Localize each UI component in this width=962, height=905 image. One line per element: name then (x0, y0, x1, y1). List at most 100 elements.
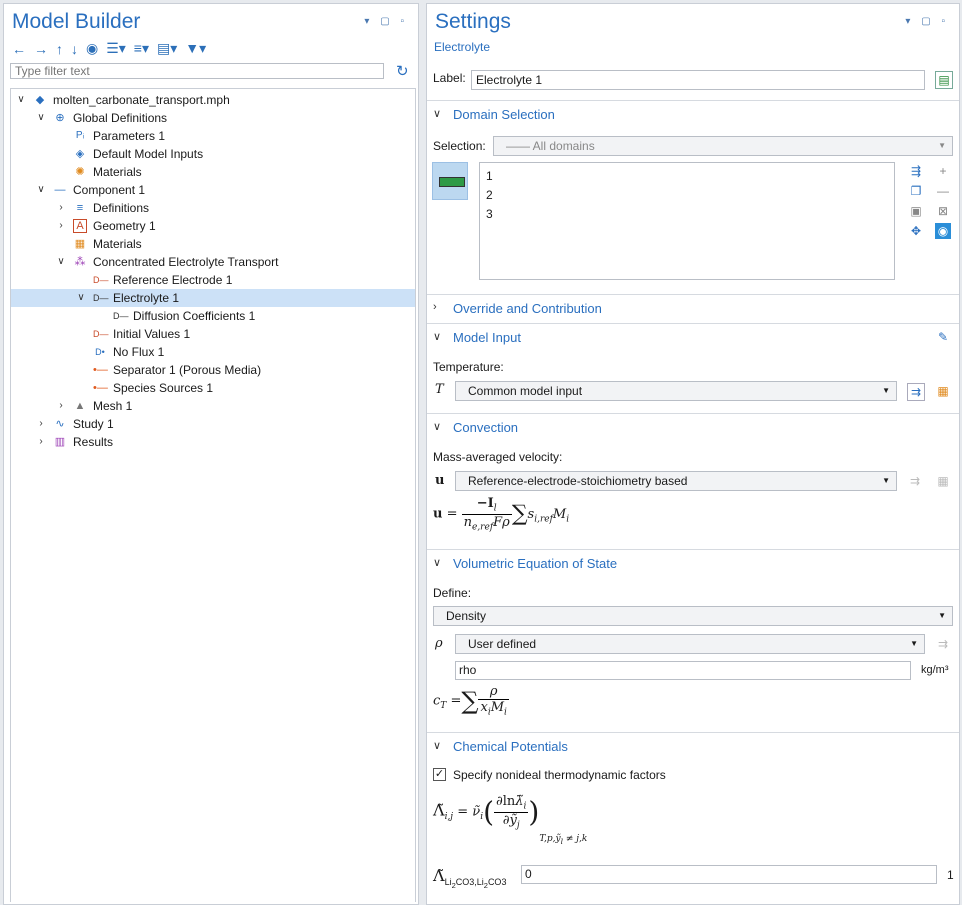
create-input-icon[interactable]: ▦ (935, 473, 951, 489)
chevron-right-icon[interactable]: › (35, 415, 47, 433)
chevron-down-icon: ∨ (433, 740, 442, 752)
tree-node-mesh[interactable]: › ▲ Mesh 1 (11, 397, 415, 415)
chevron-down-icon[interactable]: ∨ (35, 109, 47, 127)
section-convection[interactable]: ∨ Convection (427, 413, 959, 441)
section-volumetric-eos[interactable]: ∨ Volumetric Equation of State (427, 549, 959, 577)
panel-title: Settings (435, 10, 511, 33)
active-toggle-button[interactable] (432, 162, 468, 200)
chevron-down-icon[interactable]: ∨ (15, 91, 27, 109)
tree-node-definitions[interactable]: › ≡ Definitions (11, 199, 415, 217)
velocity-combo[interactable]: Reference-electrode-stoichiometry based … (455, 471, 897, 491)
filter-input[interactable] (10, 63, 384, 79)
domain-feature-icon: D— (93, 293, 109, 303)
tree-node-electrolyte[interactable]: ∨ D— Electrolyte 1 (11, 289, 415, 307)
edit-model-input-icon[interactable]: ✎ (935, 329, 951, 345)
chevron-down-icon[interactable]: ∨ (75, 289, 87, 307)
tree-node-root[interactable]: ∨ ◆ molten_carbonate_transport.mph (11, 91, 415, 109)
plugin-icon[interactable]: ▼▾ (185, 40, 206, 57)
go-to-source-icon[interactable]: ⇉ (907, 383, 925, 401)
move-down-icon[interactable]: ↓ (71, 41, 78, 57)
chevron-right-icon: › (433, 301, 437, 313)
rho-combo[interactable]: User defined ▼ (455, 634, 925, 654)
tree-node-global-definitions[interactable]: ∨ ⊕ Global Definitions (11, 109, 415, 127)
section-model-input[interactable]: ∨ Model Input (427, 323, 959, 351)
comment-icon[interactable]: ▤ (935, 71, 953, 89)
factor-value-field[interactable]: 0 (521, 865, 937, 884)
section-chemical-potentials[interactable]: ∨ Chemical Potentials (427, 732, 959, 760)
tree-node-initial-values[interactable]: D— Initial Values 1 (11, 325, 415, 343)
tree-node-geometry[interactable]: › A Geometry 1 (11, 217, 415, 235)
factor-unit: 1 (947, 868, 954, 882)
chevron-down-icon[interactable]: ∨ (35, 181, 47, 199)
section-override-contribution[interactable]: › Override and Contribution (427, 294, 959, 322)
velocity-symbol: u (435, 473, 445, 488)
model-file-icon: ◆ (35, 94, 45, 106)
domain-list[interactable]: 1 2 3 (479, 162, 895, 280)
mesh-icon: ▲ (74, 400, 86, 412)
define-caption: Define: (433, 586, 472, 600)
chevron-right-icon[interactable]: › (55, 217, 67, 235)
list-item[interactable]: 2 (486, 186, 493, 205)
define-combo[interactable]: Density ▼ (433, 606, 953, 626)
go-to-source-icon[interactable]: ⇉ (907, 473, 923, 489)
go-to-source-icon[interactable]: ⇉ (935, 636, 951, 652)
concentration-equation: cT =∑ ρ xiMi (433, 684, 509, 718)
remove-icon[interactable]: — (935, 183, 951, 199)
selection-caption: Selection: (433, 139, 486, 153)
show-more-icon[interactable]: ▤▾ (157, 40, 177, 57)
chevron-down-icon: ▼ (882, 476, 890, 485)
dot-feature-icon: •— (93, 364, 108, 376)
velocity-caption: Mass-averaged velocity: (433, 450, 563, 464)
chevron-right-icon[interactable]: › (55, 199, 67, 217)
nonideal-checkbox-label: Specify nonideal thermodynamic factors (453, 768, 666, 782)
chevron-right-icon[interactable]: › (55, 397, 67, 415)
tree-node-results[interactable]: › ▥ Results (11, 433, 415, 451)
list-item[interactable]: 3 (486, 205, 493, 224)
rho-unit: kg/m³ (921, 664, 949, 676)
forward-arrow-icon[interactable]: → (34, 41, 48, 57)
temperature-combo[interactable]: Common model input ▼ (455, 381, 897, 401)
velocity-equation: u = −Il ne,refFρ ∑si,refMi (433, 496, 570, 533)
tree-node-separator[interactable]: •— Separator 1 (Porous Media) (11, 361, 415, 379)
copy-icon[interactable]: ❐ (908, 183, 924, 199)
clear-selection-icon[interactable]: ⊠ (935, 203, 951, 219)
list-item[interactable]: 1 (486, 167, 493, 186)
add-icon[interactable]: + (935, 163, 951, 179)
paste-icon[interactable]: ▣ (908, 203, 924, 219)
window-controls[interactable]: ▾ ▢ ▫ (364, 16, 408, 27)
chevron-down-icon[interactable]: ∨ (55, 253, 67, 271)
tree-node-study[interactable]: › ∿ Study 1 (11, 415, 415, 433)
chevron-down-icon: ▼ (938, 141, 946, 150)
tree-node-component[interactable]: ∨ — Component 1 (11, 181, 415, 199)
tree-node-global-materials[interactable]: ✺ Materials (11, 163, 415, 181)
expand-sections-icon[interactable]: ☰▾ (106, 40, 126, 57)
label-field[interactable]: Electrolyte 1 (471, 70, 925, 90)
factor-symbol: Λ̃Li2CO3,Li2CO3 (433, 866, 507, 890)
refresh-icon[interactable]: ↻ (396, 62, 409, 80)
collapse-icon[interactable]: ≡▾ (134, 40, 149, 57)
tree-node-cet[interactable]: ∨ ⁂ Concentrated Electrolyte Transport (11, 253, 415, 271)
nonideal-checkbox[interactable]: ✓ (433, 768, 446, 781)
chevron-right-icon[interactable]: › (35, 433, 47, 451)
tree-node-diffusion-coefficients[interactable]: D— Diffusion Coefficients 1 (11, 307, 415, 325)
rho-expression-field[interactable]: rho (455, 661, 911, 680)
tree-node-species-sources[interactable]: •— Species Sources 1 (11, 379, 415, 397)
materials-icon: ▦ (74, 238, 86, 250)
window-controls[interactable]: ▾ ▢ ▫ (905, 16, 949, 27)
zoom-to-selection-icon[interactable]: ✥ (908, 223, 924, 239)
tree-node-component-materials[interactable]: ▦ Materials (11, 235, 415, 253)
back-arrow-icon[interactable]: ← (12, 41, 26, 57)
eye-icon[interactable]: ◉ (86, 40, 98, 57)
create-input-icon[interactable]: ▦ (935, 383, 951, 399)
tree-node-no-flux[interactable]: D• No Flux 1 (11, 343, 415, 361)
select-objects-icon[interactable]: ⇶ (908, 163, 924, 179)
selection-combo[interactable]: —— All domains ▼ (493, 136, 953, 156)
physics-interface-icon: ⁂ (74, 256, 86, 268)
section-domain-selection[interactable]: ∨ Domain Selection (427, 100, 959, 128)
tree-node-default-model-inputs[interactable]: ◈ Default Model Inputs (11, 145, 415, 163)
tree-node-parameters[interactable]: Pᵢ Parameters 1 (11, 127, 415, 145)
tree-node-reference-electrode[interactable]: D— Reference Electrode 1 (11, 271, 415, 289)
show-selection-icon[interactable]: ◉ (935, 223, 951, 239)
temperature-caption: Temperature: (433, 360, 504, 374)
move-up-icon[interactable]: ↑ (56, 41, 63, 57)
